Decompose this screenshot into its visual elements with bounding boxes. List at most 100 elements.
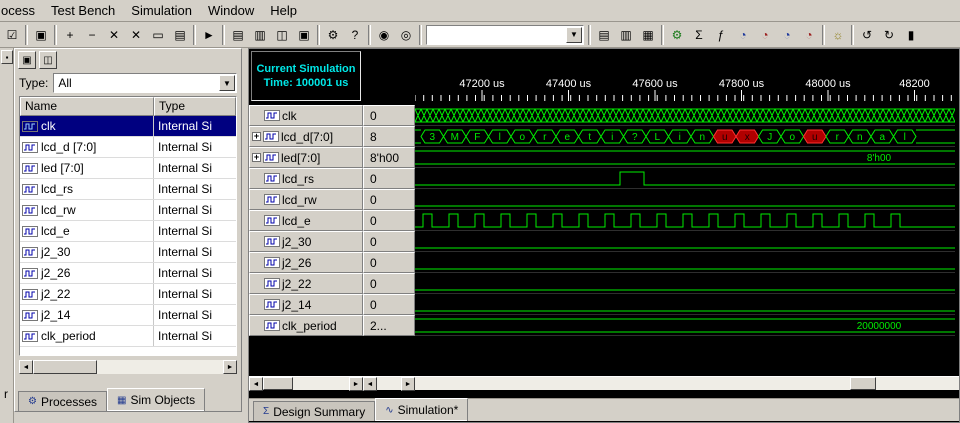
sim-object-row-j2-14[interactable]: j2_14Internal Si bbox=[20, 305, 236, 326]
waveform-lcd-rw[interactable] bbox=[415, 189, 955, 210]
sim-object-row-clk[interactable]: clkInternal Si bbox=[20, 116, 236, 137]
run-process-icon[interactable]: ⚙ bbox=[666, 24, 688, 45]
wave-track[interactable]: 3MFloreti?LinuxJournal bbox=[415, 126, 955, 147]
restore-window-icon[interactable]: ▣ bbox=[30, 24, 52, 45]
tab-sim-objects[interactable]: ▦Sim Objects bbox=[107, 388, 205, 411]
edge-panel-icon[interactable]: ▪ bbox=[1, 50, 13, 64]
tab-simulation[interactable]: ∿Simulation* bbox=[375, 398, 468, 421]
cascade-windows-icon[interactable]: ◫ bbox=[271, 24, 293, 45]
sim-object-row-clk-period[interactable]: clk_periodInternal Si bbox=[20, 326, 236, 347]
scroll-track[interactable] bbox=[33, 360, 223, 374]
wave-track[interactable]: 20000000 bbox=[415, 315, 955, 336]
redo-view-icon[interactable]: ↻ bbox=[878, 24, 900, 45]
zoom-fit-icon[interactable]: ✕ bbox=[125, 24, 147, 45]
float-panel-button[interactable]: ▣ bbox=[18, 51, 36, 69]
context-help-icon[interactable]: ? bbox=[344, 24, 366, 45]
zoom-out-icon[interactable]: − bbox=[81, 24, 103, 45]
sum-icon[interactable]: Σ bbox=[688, 24, 710, 45]
wave-signal-name[interactable]: j2_22 bbox=[249, 273, 363, 294]
sim-object-row-j2-22[interactable]: j2_22Internal Si bbox=[20, 284, 236, 305]
expand-icon[interactable]: + bbox=[252, 132, 261, 141]
wave-signal-name[interactable]: clk_period bbox=[249, 315, 363, 336]
report-icon[interactable]: ▤ bbox=[593, 24, 615, 45]
search-combobox[interactable]: ▼ bbox=[426, 25, 584, 45]
menu-ocess[interactable]: ocess bbox=[0, 1, 43, 20]
menu-help[interactable]: Help bbox=[262, 1, 305, 20]
zoom-full-view-icon[interactable]: ✕ bbox=[103, 24, 125, 45]
arrange-icons-icon[interactable]: ▣ bbox=[293, 24, 315, 45]
wave-track[interactable] bbox=[415, 105, 955, 126]
menu-window[interactable]: Window bbox=[200, 1, 262, 20]
wave-signal-name[interactable]: lcd_rw bbox=[249, 189, 363, 210]
wave-scroll-thumb[interactable] bbox=[850, 377, 876, 390]
log-icon[interactable]: ▥ bbox=[615, 24, 637, 45]
sim-object-row-lcd-rw[interactable]: lcd_rwInternal Si bbox=[20, 200, 236, 221]
sim-object-row-lcd-d-7-0[interactable]: lcd_d [7:0]Internal Si bbox=[20, 137, 236, 158]
wave-signal-name[interactable]: +lcd_d[7:0] bbox=[249, 126, 363, 147]
scroll-right-icon[interactable]: ► bbox=[223, 360, 237, 374]
tile-horizontal-icon[interactable]: ▤ bbox=[227, 24, 249, 45]
cursor-marker-icon[interactable]: ▮ bbox=[900, 24, 922, 45]
scroll-thumb[interactable] bbox=[263, 377, 293, 390]
sim-object-row-led-7-0[interactable]: led [7:0]Internal Si bbox=[20, 158, 236, 179]
wave-track[interactable] bbox=[415, 189, 955, 210]
wave-signal-name[interactable]: +led[7:0] bbox=[249, 147, 363, 168]
wave-signal-name[interactable]: j2_30 bbox=[249, 231, 363, 252]
scroll-right-icon[interactable]: ► bbox=[349, 377, 363, 391]
run-for-time-icon[interactable]: ◔ bbox=[754, 24, 776, 45]
undo-view-icon[interactable]: ↺ bbox=[856, 24, 878, 45]
wave-signal-name[interactable]: j2_14 bbox=[249, 294, 363, 315]
wave-signal-name[interactable]: j2_26 bbox=[249, 252, 363, 273]
lightbulb-icon[interactable]: ☼ bbox=[827, 24, 849, 45]
summary-icon[interactable]: ▦ bbox=[637, 24, 659, 45]
column-header-type[interactable]: Type bbox=[154, 97, 236, 116]
scroll-left-icon[interactable]: ◄ bbox=[19, 360, 33, 374]
menu-simulation[interactable]: Simulation bbox=[123, 1, 200, 20]
dock-panel-button[interactable]: ◫ bbox=[39, 51, 57, 69]
scroll-thumb[interactable] bbox=[33, 360, 97, 374]
time-ruler[interactable]: 47200 us47400 us47600 us47800 us48000 us… bbox=[415, 49, 955, 105]
wave-signal-name[interactable]: lcd_e bbox=[249, 210, 363, 231]
scroll-left-icon[interactable]: ◄ bbox=[249, 377, 263, 391]
wave-track[interactable] bbox=[415, 210, 955, 231]
find-in-files-icon[interactable]: ◎ bbox=[395, 24, 417, 45]
waveform-clk[interactable] bbox=[415, 105, 955, 126]
waveform-led-7-0[interactable]: 8'h00 bbox=[415, 147, 955, 168]
options-icon[interactable]: ⚙ bbox=[322, 24, 344, 45]
waveform-lcd-e[interactable] bbox=[415, 210, 955, 231]
print-icon[interactable]: ▤ bbox=[169, 24, 191, 45]
wave-signal-name[interactable]: clk bbox=[249, 105, 363, 126]
column-header-name[interactable]: Name bbox=[20, 97, 154, 116]
wave-signal-name[interactable]: lcd_rs bbox=[249, 168, 363, 189]
step-sim-icon[interactable]: ◔ bbox=[798, 24, 820, 45]
zoom-area-icon[interactable]: ▭ bbox=[147, 24, 169, 45]
wave-track[interactable]: 8'h00 bbox=[415, 147, 955, 168]
chevron-down-icon[interactable]: ▼ bbox=[566, 27, 582, 43]
tab-design-summary[interactable]: ΣDesign Summary bbox=[253, 401, 375, 421]
find-icon[interactable]: ◉ bbox=[373, 24, 395, 45]
menu-test-bench[interactable]: Test Bench bbox=[43, 1, 123, 20]
wave-track[interactable] bbox=[415, 273, 955, 294]
waveform-j2-26[interactable] bbox=[415, 252, 955, 273]
check-icon[interactable]: ☑ bbox=[1, 24, 23, 45]
scroll-left-icon[interactable]: ◄ bbox=[363, 377, 377, 391]
wave-track[interactable] bbox=[415, 294, 955, 315]
run-time-icon[interactable]: ◔ bbox=[732, 24, 754, 45]
wave-scroll-track[interactable] bbox=[415, 377, 959, 390]
chevron-down-icon[interactable]: ▼ bbox=[219, 75, 235, 91]
tile-vertical-icon[interactable]: ▥ bbox=[249, 24, 271, 45]
function-icon[interactable]: ƒ bbox=[710, 24, 732, 45]
waveform-lcd-rs[interactable] bbox=[415, 168, 955, 189]
scroll-right-icon[interactable]: ► bbox=[401, 377, 415, 391]
wave-track[interactable] bbox=[415, 231, 955, 252]
waveform-j2-22[interactable] bbox=[415, 273, 955, 294]
wave-track[interactable] bbox=[415, 252, 955, 273]
tab-processes[interactable]: ⚙Processes bbox=[18, 391, 107, 411]
sim-object-row-j2-26[interactable]: j2_26Internal Si bbox=[20, 263, 236, 284]
wave-track[interactable] bbox=[415, 168, 955, 189]
type-filter-select[interactable]: All ▼ bbox=[53, 73, 237, 93]
scroll-track[interactable] bbox=[377, 377, 401, 390]
waveform-j2-14[interactable] bbox=[415, 294, 955, 315]
waveform-clk-period[interactable]: 20000000 bbox=[415, 315, 955, 336]
waveform-j2-30[interactable] bbox=[415, 231, 955, 252]
